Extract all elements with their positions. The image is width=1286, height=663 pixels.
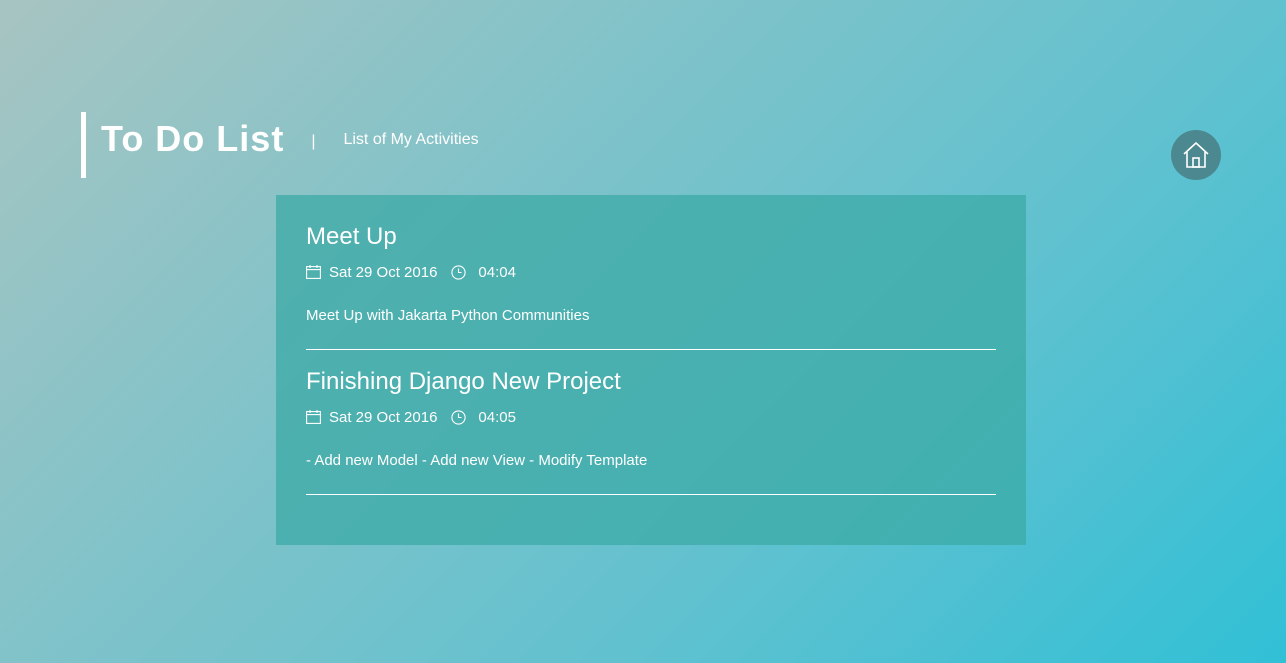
home-button[interactable] <box>1171 130 1221 180</box>
page-subtitle: List of My Activities <box>343 131 479 148</box>
clock-icon <box>451 409 467 425</box>
todo-title: Meet Up <box>306 223 397 250</box>
title-separator: | <box>311 133 316 150</box>
home-icon <box>1183 142 1209 168</box>
todo-description: Meet Up with Jakarta Python Communities <box>306 307 590 324</box>
todo-meta: Sat 29 Oct 2016 04:05 <box>306 408 996 426</box>
clock-icon <box>451 264 467 280</box>
todo-panel: Meet Up Sat 29 Oct 2016 04:04 Meet Up wi… <box>276 195 1026 545</box>
page-title: To Do List <box>101 118 285 159</box>
page-header: To Do List | List of My Activities <box>81 112 479 178</box>
item-divider <box>306 494 996 495</box>
todo-item[interactable]: Meet Up Sat 29 Oct 2016 04:04 Meet Up wi… <box>306 223 996 325</box>
item-divider <box>306 349 996 350</box>
todo-time: 04:04 <box>478 263 516 281</box>
calendar-icon <box>306 410 321 424</box>
todo-meta: Sat 29 Oct 2016 04:04 <box>306 263 996 281</box>
todo-title: Finishing Django New Project <box>306 368 621 395</box>
todo-date: Sat 29 Oct 2016 <box>329 408 438 426</box>
calendar-icon <box>306 265 321 279</box>
todo-date: Sat 29 Oct 2016 <box>329 263 438 281</box>
todo-description: - Add new Model - Add new View - Modify … <box>306 452 648 469</box>
todo-item[interactable]: Finishing Django New Project Sat 29 Oct … <box>306 368 996 470</box>
todo-time: 04:05 <box>478 408 516 426</box>
